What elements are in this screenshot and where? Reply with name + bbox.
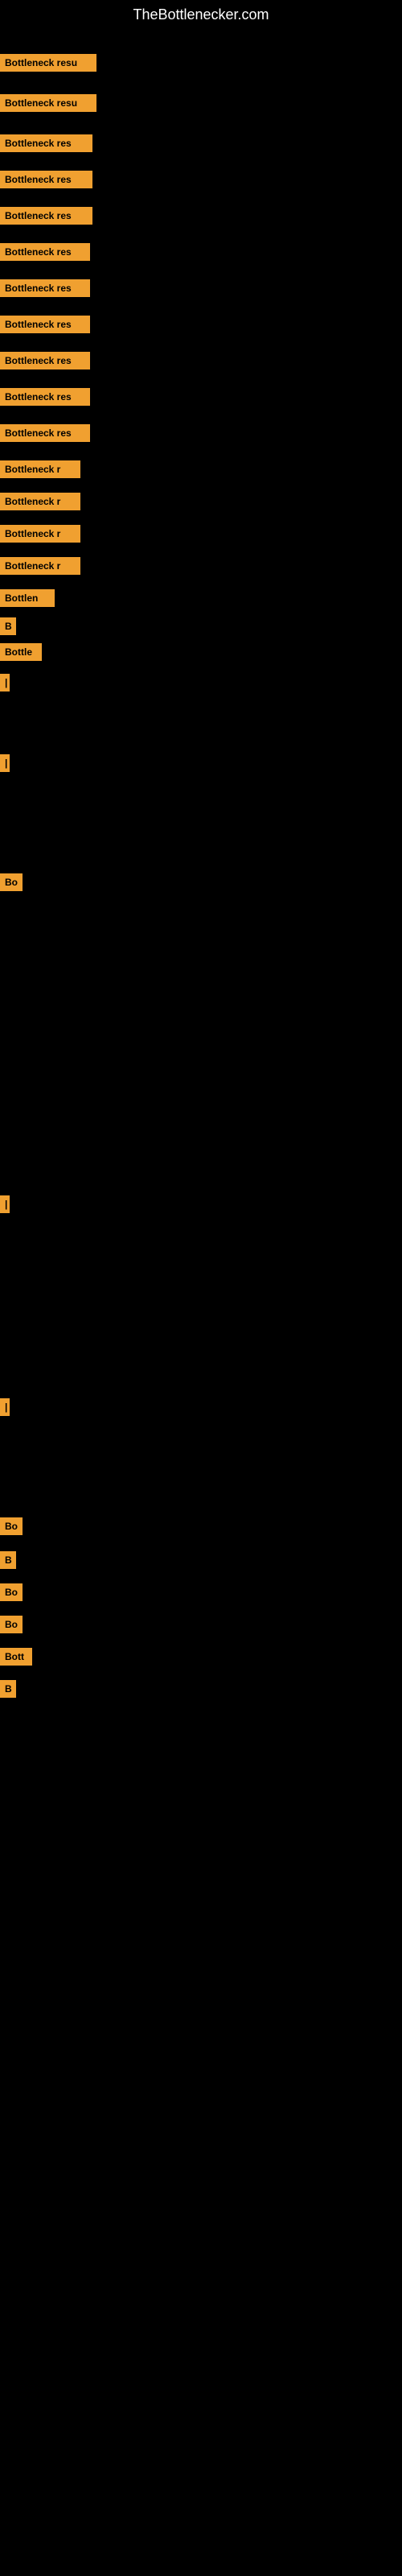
bottleneck-label: Bott bbox=[0, 1648, 32, 1666]
bottleneck-label: Bottleneck res bbox=[0, 352, 90, 369]
bottleneck-label: B bbox=[0, 1551, 16, 1569]
bottleneck-label: Bottleneck resu bbox=[0, 54, 96, 72]
bottleneck-label: Bottleneck res bbox=[0, 388, 90, 406]
bottleneck-label: Bottleneck res bbox=[0, 424, 90, 442]
bottleneck-label: | bbox=[0, 1195, 10, 1213]
bottleneck-label: Bottleneck res bbox=[0, 134, 92, 152]
list-item: Bottlen bbox=[0, 589, 55, 607]
bottleneck-label: Bo bbox=[0, 1517, 23, 1535]
bottleneck-label: Bottleneck res bbox=[0, 279, 90, 297]
bottleneck-label: Bo bbox=[0, 1583, 23, 1601]
bottleneck-label: Bottleneck res bbox=[0, 316, 90, 333]
bottleneck-label: Bottlen bbox=[0, 589, 55, 607]
list-item: Bottleneck res bbox=[0, 279, 90, 297]
bottleneck-label: Bottleneck r bbox=[0, 460, 80, 478]
site-title: TheBottlenecker.com bbox=[0, 0, 402, 30]
bottleneck-label: Bottleneck res bbox=[0, 171, 92, 188]
list-item: Bo bbox=[0, 1616, 23, 1633]
list-item: | bbox=[0, 1195, 10, 1213]
list-item: Bottleneck r bbox=[0, 525, 80, 543]
bottleneck-label: Bottleneck res bbox=[0, 207, 92, 225]
bottleneck-label: Bottleneck res bbox=[0, 243, 90, 261]
list-item: Bottle bbox=[0, 643, 42, 661]
bottleneck-label: Bottleneck r bbox=[0, 493, 80, 510]
list-item: B bbox=[0, 1551, 16, 1569]
bottleneck-label: Bottleneck r bbox=[0, 557, 80, 575]
list-item: Bottleneck resu bbox=[0, 94, 96, 112]
list-item: Bottleneck res bbox=[0, 243, 90, 261]
list-item: Bo bbox=[0, 873, 23, 891]
bottleneck-label: | bbox=[0, 1398, 10, 1416]
list-item: | bbox=[0, 1398, 10, 1416]
list-item: | bbox=[0, 754, 10, 772]
list-item: | bbox=[0, 674, 10, 691]
items-container: Bottleneck resu Bottleneck resu Bottleneck… bbox=[0, 30, 402, 2566]
list-item: Bo bbox=[0, 1517, 23, 1535]
list-item: Bottleneck r bbox=[0, 557, 80, 575]
list-item: Bottleneck res bbox=[0, 352, 90, 369]
bottleneck-label: | bbox=[0, 674, 10, 691]
bottleneck-label: Bo bbox=[0, 873, 23, 891]
bottleneck-label: Bo bbox=[0, 1616, 23, 1633]
list-item: Bottleneck r bbox=[0, 493, 80, 510]
list-item: Bott bbox=[0, 1648, 32, 1666]
bottleneck-label: | bbox=[0, 754, 10, 772]
list-item: Bottleneck res bbox=[0, 171, 92, 188]
list-item: Bo bbox=[0, 1583, 23, 1601]
list-item: Bottleneck resu bbox=[0, 54, 96, 72]
bottleneck-label: Bottle bbox=[0, 643, 42, 661]
list-item: Bottleneck res bbox=[0, 207, 92, 225]
list-item: Bottleneck res bbox=[0, 134, 92, 152]
list-item: Bottleneck r bbox=[0, 460, 80, 478]
list-item: B bbox=[0, 1680, 16, 1698]
bottleneck-label: Bottleneck r bbox=[0, 525, 80, 543]
list-item: Bottleneck res bbox=[0, 388, 90, 406]
list-item: Bottleneck res bbox=[0, 316, 90, 333]
list-item: Bottleneck res bbox=[0, 424, 90, 442]
bottleneck-label: B bbox=[0, 1680, 16, 1698]
bottleneck-label: Bottleneck resu bbox=[0, 94, 96, 112]
bottleneck-label: B bbox=[0, 617, 16, 635]
list-item: B bbox=[0, 617, 16, 635]
